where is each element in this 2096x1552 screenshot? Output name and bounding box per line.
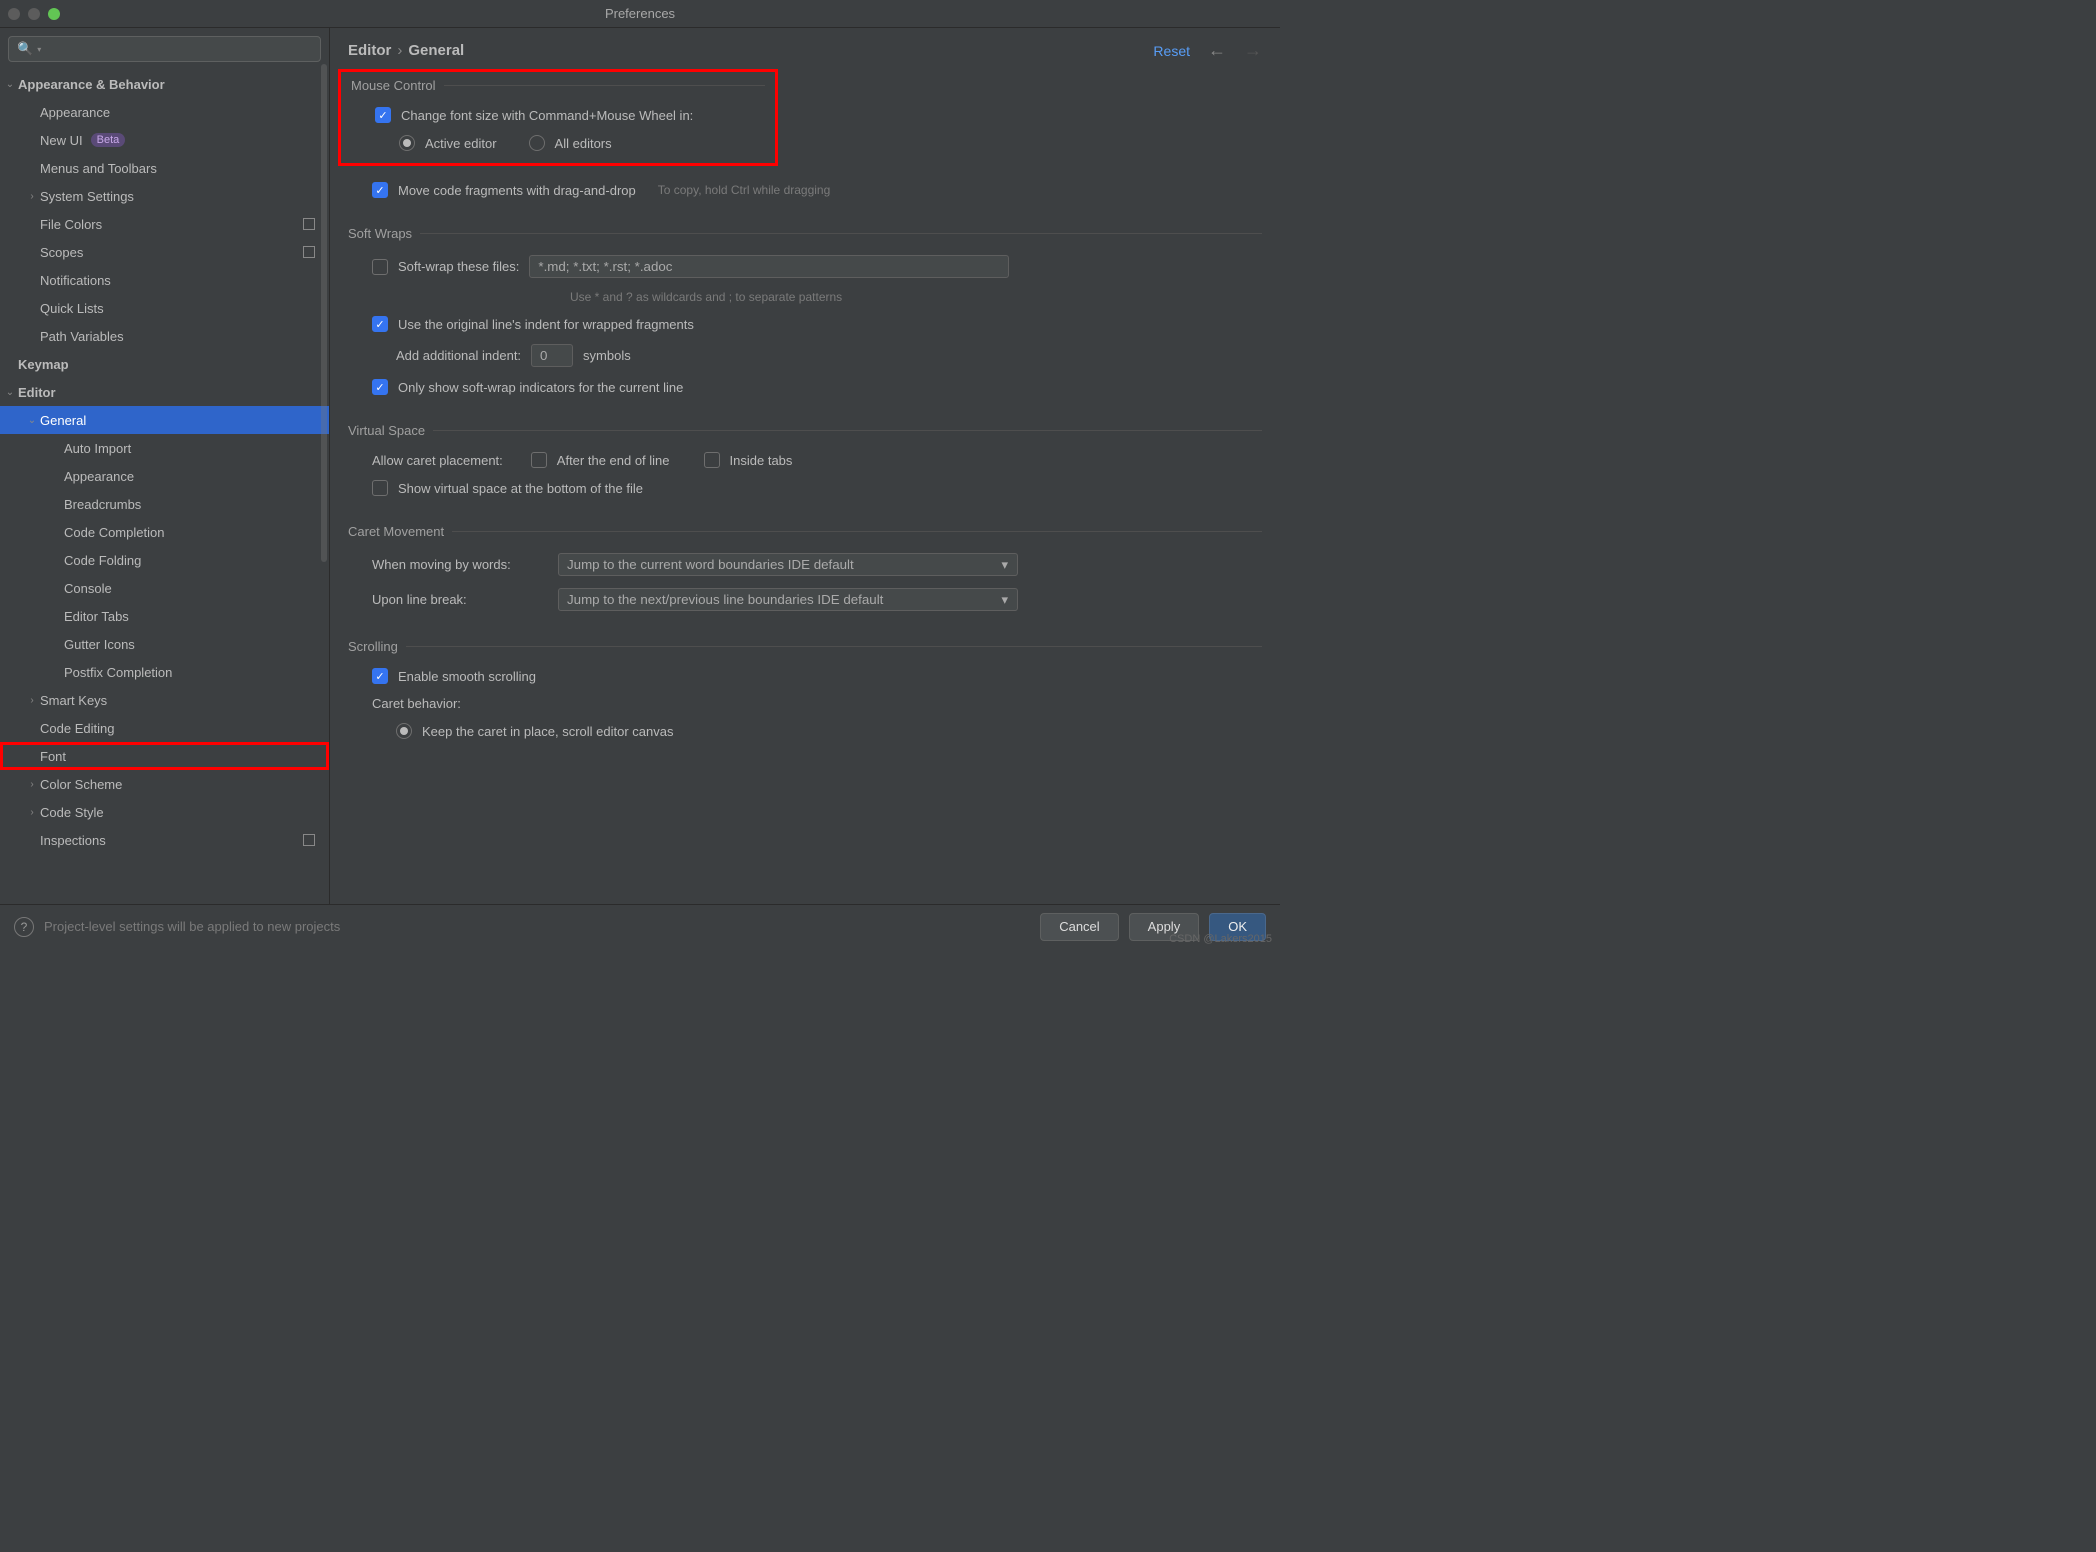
virtual-space-title: Virtual Space: [348, 423, 1262, 438]
reset-link[interactable]: Reset: [1153, 43, 1190, 59]
softwrap-pattern-input[interactable]: [529, 255, 1009, 278]
scrolling-title: Scrolling: [348, 639, 1262, 654]
back-icon[interactable]: ←: [1208, 40, 1226, 61]
chevron-icon: ⌄: [24, 415, 40, 426]
tree-item-console[interactable]: Console: [0, 574, 329, 602]
search-input[interactable]: 🔍▾: [8, 36, 321, 62]
move-fragments-checkbox[interactable]: ✓: [372, 182, 388, 198]
inside-tabs-checkbox[interactable]: [704, 452, 720, 468]
project-scope-icon: [303, 246, 315, 258]
soft-wraps-title: Soft Wraps: [348, 226, 1262, 241]
chevron-icon: ›: [24, 807, 40, 818]
when-moving-select[interactable]: Jump to the current word boundaries IDE …: [558, 553, 1018, 576]
tree-item-code-style[interactable]: ›Code Style: [0, 798, 329, 826]
keep-caret-radio[interactable]: [396, 723, 412, 739]
forward-icon: →: [1244, 40, 1262, 61]
tree-item-appearance[interactable]: Appearance: [0, 462, 329, 490]
titlebar: Preferences: [0, 0, 1280, 28]
project-scope-icon: [303, 218, 315, 230]
tree-item-new-ui[interactable]: New UIBeta: [0, 126, 329, 154]
tree-item-quick-lists[interactable]: Quick Lists: [0, 294, 329, 322]
tree-item-general[interactable]: ⌄General: [0, 406, 329, 434]
settings-tree[interactable]: ⌄Appearance & BehaviorAppearanceNew UIBe…: [0, 70, 329, 904]
window-title: Preferences: [605, 6, 675, 21]
change-font-label: Change font size with Command+Mouse Whee…: [401, 108, 693, 123]
watermark-source: CSDN @Lakers2015: [1169, 933, 1272, 945]
maximize-icon[interactable]: [48, 8, 60, 20]
tree-item-notifications[interactable]: Notifications: [0, 266, 329, 294]
breadcrumb: Editor›General: [348, 42, 464, 59]
tree-item-path-variables[interactable]: Path Variables: [0, 322, 329, 350]
chevron-icon: ⌄: [2, 79, 18, 90]
caret-movement-title: Caret Movement: [348, 524, 1262, 539]
tree-item-menus-and-toolbars[interactable]: Menus and Toolbars: [0, 154, 329, 182]
tree-item-scopes[interactable]: Scopes: [0, 238, 329, 266]
tree-item-inspections[interactable]: Inspections: [0, 826, 329, 854]
scrollbar[interactable]: [321, 64, 327, 562]
tree-item-breadcrumbs[interactable]: Breadcrumbs: [0, 490, 329, 518]
smooth-scroll-checkbox[interactable]: ✓: [372, 668, 388, 684]
main-panel: Editor›General Reset ← → Mouse Control ✓…: [330, 28, 1280, 904]
tree-item-gutter-icons[interactable]: Gutter Icons: [0, 630, 329, 658]
cancel-button[interactable]: Cancel: [1040, 913, 1118, 941]
after-eol-checkbox[interactable]: [531, 452, 547, 468]
chevron-icon: ›: [24, 191, 40, 202]
all-editors-radio[interactable]: [529, 135, 545, 151]
use-original-indent-checkbox[interactable]: ✓: [372, 316, 388, 332]
tree-item-code-completion[interactable]: Code Completion: [0, 518, 329, 546]
mouse-control-title: Mouse Control: [351, 78, 765, 93]
search-icon: 🔍: [17, 41, 33, 57]
softwrap-checkbox[interactable]: [372, 259, 388, 275]
tree-item-file-colors[interactable]: File Colors: [0, 210, 329, 238]
help-icon[interactable]: ?: [14, 917, 34, 937]
window-controls[interactable]: [8, 8, 60, 20]
tree-item-color-scheme[interactable]: ›Color Scheme: [0, 770, 329, 798]
tree-item-code-folding[interactable]: Code Folding: [0, 546, 329, 574]
tree-item-editor-tabs[interactable]: Editor Tabs: [0, 602, 329, 630]
tree-item-appearance-behavior[interactable]: ⌄Appearance & Behavior: [0, 70, 329, 98]
only-show-checkbox[interactable]: ✓: [372, 379, 388, 395]
tree-item-auto-import[interactable]: Auto Import: [0, 434, 329, 462]
sidebar: 🔍▾ ⌄Appearance & BehaviorAppearanceNew U…: [0, 28, 330, 904]
footer-text: Project-level settings will be applied t…: [44, 919, 340, 934]
change-font-checkbox[interactable]: ✓: [375, 107, 391, 123]
beta-badge: Beta: [91, 133, 126, 147]
close-icon[interactable]: [8, 8, 20, 20]
mouse-control-highlight: Mouse Control ✓ Change font size with Co…: [338, 69, 778, 166]
minimize-icon[interactable]: [28, 8, 40, 20]
additional-indent-input[interactable]: [531, 344, 573, 367]
show-virtual-checkbox[interactable]: [372, 480, 388, 496]
project-scope-icon: [303, 834, 315, 846]
tree-item-smart-keys[interactable]: ›Smart Keys: [0, 686, 329, 714]
footer: ? Project-level settings will be applied…: [0, 904, 1280, 948]
upon-break-select[interactable]: Jump to the next/previous line boundarie…: [558, 588, 1018, 611]
chevron-icon: ›: [24, 695, 40, 706]
tree-item-code-editing[interactable]: Code Editing: [0, 714, 329, 742]
tree-item-font[interactable]: Font: [0, 742, 329, 770]
chevron-icon: ⌄: [2, 387, 18, 398]
chevron-icon: ›: [24, 779, 40, 790]
active-editor-radio[interactable]: [399, 135, 415, 151]
tree-item-appearance[interactable]: Appearance: [0, 98, 329, 126]
tree-item-postfix-completion[interactable]: Postfix Completion: [0, 658, 329, 686]
tree-item-system-settings[interactable]: ›System Settings: [0, 182, 329, 210]
tree-item-keymap[interactable]: Keymap: [0, 350, 329, 378]
tree-item-editor[interactable]: ⌄Editor: [0, 378, 329, 406]
